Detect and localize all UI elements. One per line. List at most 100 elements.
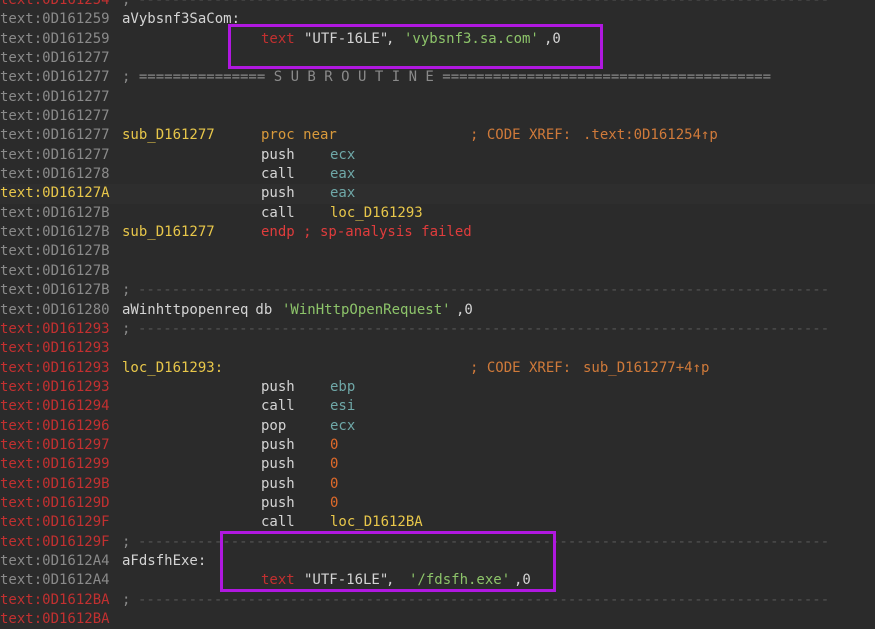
code-token: loc_D1612BA bbox=[330, 514, 423, 531]
address-label: text:0D16127A bbox=[0, 185, 110, 202]
address-label: text:0D1612BA bbox=[0, 611, 110, 627]
listing-line[interactable]: text:0D16129F call loc_D1612BA bbox=[0, 513, 875, 532]
code-token: ; CODE XREF: bbox=[470, 359, 580, 376]
code-token: endp ; sp-analysis failed bbox=[261, 224, 472, 241]
code-token: call bbox=[261, 514, 295, 531]
code-token: ,0 bbox=[456, 301, 473, 318]
address-label: text:0D1612A4 bbox=[0, 552, 110, 569]
address-label: text:0D161296 bbox=[0, 417, 110, 434]
listing-line[interactable]: text:0D16129D push 0 bbox=[0, 494, 875, 513]
listing-line[interactable]: text:0D161277 bbox=[0, 107, 875, 126]
listing-line[interactable]: text:0D1612BA; -------------------------… bbox=[0, 591, 875, 610]
listing-line[interactable]: text:0D161293 loc_D161293: ; CODE XREF: su… bbox=[0, 359, 875, 378]
address-label: text:0D161277 bbox=[0, 146, 110, 163]
code-token: 0 bbox=[330, 475, 339, 492]
code-token: ; bbox=[122, 533, 139, 550]
address-label: text:0D161277 bbox=[0, 88, 110, 105]
code-token: aWinhttpopenreq bbox=[122, 301, 249, 318]
code-token: sub_D161277 bbox=[122, 224, 215, 241]
code-token: ; bbox=[122, 0, 139, 8]
address-label: text:0D161297 bbox=[0, 436, 110, 453]
address-label: text:0D161277 bbox=[0, 127, 110, 144]
address-label: text:0D16127B bbox=[0, 282, 110, 299]
code-token: 'WinHttpOpenRequest' bbox=[282, 301, 451, 318]
code-token: ----------------------------------------… bbox=[138, 591, 830, 608]
address-label: text:0D161299 bbox=[0, 456, 110, 473]
code-token: pop bbox=[261, 417, 287, 434]
code-token: 0 bbox=[330, 436, 339, 453]
code-token: esi bbox=[330, 398, 356, 415]
address-label: text:0D161293 bbox=[0, 359, 110, 376]
code-token: eax bbox=[330, 185, 356, 202]
code-token: sub_D161277+4↑p bbox=[583, 359, 710, 376]
address-label: text:0D16129F bbox=[0, 533, 110, 550]
address-label: text:0D161278 bbox=[0, 166, 110, 183]
address-label: text:0D161277 bbox=[0, 50, 110, 67]
listing-line[interactable]: text:0D161293 push ebp bbox=[0, 378, 875, 397]
code-token: push bbox=[261, 475, 295, 492]
code-token: ebp bbox=[330, 378, 356, 395]
listing-line[interactable]: text:0D16127B bbox=[0, 242, 875, 261]
listing-line[interactable]: text:0D161293; -------------------------… bbox=[0, 320, 875, 339]
highlight-box-fdsfh bbox=[220, 531, 556, 592]
address-label: text:0D161259 bbox=[0, 30, 110, 47]
address-label: text:0D1612A4 bbox=[0, 572, 110, 589]
address-label: text:0D16129D bbox=[0, 494, 110, 511]
listing-line[interactable]: text:0D161277 push ecx bbox=[0, 146, 875, 165]
address-label: text:0D161293 bbox=[0, 340, 110, 357]
highlight-box-vybsnf3 bbox=[228, 24, 603, 69]
code-token: ----------------------------------------… bbox=[138, 320, 830, 337]
code-token: eax bbox=[330, 166, 356, 183]
code-token: ; CODE XREF: bbox=[470, 127, 580, 144]
code-token: call bbox=[261, 166, 295, 183]
code-token: ecx bbox=[330, 146, 356, 163]
code-token: sub_D161277 bbox=[122, 127, 215, 144]
address-label: text:0D161293 bbox=[0, 378, 110, 395]
code-token: proc near bbox=[261, 127, 337, 144]
listing-line[interactable]: text:0D16127B bbox=[0, 262, 875, 281]
listing-line[interactable]: text:0D161294 call esi bbox=[0, 397, 875, 416]
listing-line[interactable]: text:0D161254; -------------------------… bbox=[0, 0, 875, 10]
address-label: text:0D16127B bbox=[0, 224, 110, 241]
code-token: 0 bbox=[330, 456, 339, 473]
code-token: ; bbox=[122, 591, 139, 608]
listing-line[interactable]: text:0D161277 ; =============== S U B R O… bbox=[0, 68, 875, 87]
listing-line[interactable]: text:0D161277 bbox=[0, 88, 875, 107]
code-token: push bbox=[261, 436, 295, 453]
code-token: db bbox=[247, 301, 281, 318]
listing-line[interactable]: text:0D16129B push 0 bbox=[0, 475, 875, 494]
listing-line[interactable]: text:0D1612BA bbox=[0, 610, 875, 629]
address-label: text:0D16127B bbox=[0, 262, 110, 279]
listing-line[interactable]: text:0D161278 call eax bbox=[0, 165, 875, 184]
listing-line[interactable]: text:0D161277 sub_D161277 proc near ; CODE … bbox=[0, 126, 875, 145]
code-token: push bbox=[261, 185, 295, 202]
listing-line[interactable]: text:0D16127B; -------------------------… bbox=[0, 281, 875, 300]
code-token: loc_D161293 bbox=[330, 204, 423, 221]
listing-line[interactable]: text:0D16127B sub_D161277 endp ; sp-analys… bbox=[0, 223, 875, 242]
listing-line[interactable]: text:0D161299 push 0 bbox=[0, 455, 875, 474]
code-token: call bbox=[261, 398, 295, 415]
listing-line[interactable]: text:0D16127A push eax bbox=[0, 184, 875, 204]
address-label: text:0D161294 bbox=[0, 398, 110, 415]
address-label: text:0D161280 bbox=[0, 301, 110, 318]
listing-line[interactable]: text:0D161280 aWinhttpopenreq db 'WinHttp… bbox=[0, 301, 875, 320]
code-token: push bbox=[261, 494, 295, 511]
listing-line[interactable]: text:0D16127B call loc_D161293 bbox=[0, 204, 875, 223]
code-token: call bbox=[261, 204, 295, 221]
code-token: push bbox=[261, 146, 295, 163]
code-token: 0 bbox=[330, 494, 339, 511]
address-label: text:0D16127B bbox=[0, 204, 110, 221]
address-label: text:0D16127B bbox=[0, 243, 110, 260]
code-token: ecx bbox=[330, 417, 356, 434]
code-token: loc_D161293: bbox=[122, 359, 224, 376]
address-label: text:0D161254 bbox=[0, 0, 110, 8]
address-label: text:0D161259 bbox=[0, 11, 110, 28]
address-label: text:0D161277 bbox=[0, 108, 110, 125]
listing-line[interactable]: text:0D161297 push 0 bbox=[0, 436, 875, 455]
listing-line[interactable]: text:0D161296 pop ecx bbox=[0, 417, 875, 436]
code-token: .text:0D161254↑p bbox=[583, 127, 718, 144]
code-token: ; =============== S U B R O U T I N E ==… bbox=[122, 69, 772, 86]
code-token: aFdsfhExe: bbox=[122, 552, 207, 569]
address-label: text:0D16129F bbox=[0, 514, 110, 531]
listing-line[interactable]: text:0D161293 bbox=[0, 339, 875, 358]
